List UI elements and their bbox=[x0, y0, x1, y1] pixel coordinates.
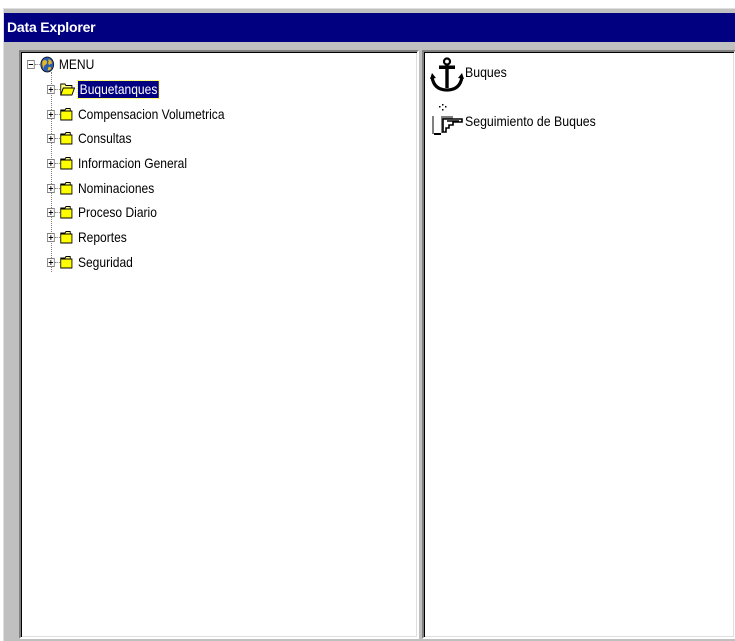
tree-item-seguridad[interactable]: Seguridad bbox=[47, 252, 135, 272]
expand-icon[interactable] bbox=[47, 84, 55, 94]
folder-icon bbox=[60, 108, 73, 121]
expand-icon[interactable] bbox=[47, 183, 55, 193]
tree-item-proceso-diario[interactable]: Proceso Diario bbox=[47, 202, 159, 222]
expand-icon[interactable] bbox=[47, 232, 55, 242]
open-folder-icon bbox=[60, 83, 76, 96]
folder-icon bbox=[60, 157, 73, 170]
tree-item-nominaciones[interactable]: Nominaciones bbox=[47, 178, 156, 198]
tree-item-label: Buquetanques bbox=[77, 79, 160, 99]
tree-item-label: Seguridad bbox=[77, 253, 133, 270]
tree-item-label: Proceso Diario bbox=[77, 203, 157, 220]
folder-icon bbox=[60, 132, 73, 145]
tree-item-compensacion-volumetrica[interactable]: Compensacion Volumetrica bbox=[47, 104, 226, 124]
window-title: Data Explorer bbox=[4, 13, 735, 42]
pointing-hand-icon bbox=[432, 104, 463, 135]
tree-item-label: Informacion General bbox=[77, 154, 188, 171]
expand-icon[interactable] bbox=[47, 158, 55, 168]
folder-icon bbox=[60, 182, 73, 195]
tree-item-reportes[interactable]: Reportes bbox=[47, 227, 129, 247]
tree-item-consultas[interactable]: Consultas bbox=[47, 128, 133, 148]
expand-icon[interactable] bbox=[47, 109, 55, 119]
tree-root-menu[interactable]: MENU bbox=[27, 54, 96, 74]
expand-icon[interactable] bbox=[47, 257, 55, 267]
list-item-label: Buques bbox=[465, 64, 507, 80]
tree-item-buquetanques[interactable]: Buquetanques bbox=[47, 79, 160, 99]
tree-item-label: Reportes bbox=[77, 228, 127, 245]
menu-tree: MENU Buquetanques Compensacion Volumetri… bbox=[21, 52, 417, 637]
folder-icon bbox=[60, 206, 73, 219]
folder-icon bbox=[60, 231, 73, 244]
folder-icon bbox=[60, 256, 73, 269]
tree-root-label: MENU bbox=[58, 55, 95, 72]
list-item-label: Seguimiento de Buques bbox=[465, 113, 596, 129]
list-item-seguimiento-de-buques[interactable]: Seguimiento de Buques bbox=[429, 100, 614, 140]
expand-icon[interactable] bbox=[47, 207, 55, 217]
items-list-pane[interactable]: Buques Seguimiento de Buques bbox=[422, 50, 735, 639]
menu-tree-pane[interactable]: MENU Buquetanques Compensacion Volumetri… bbox=[19, 50, 419, 639]
globe-icon bbox=[40, 56, 55, 72]
tree-item-label: Compensacion Volumetrica bbox=[77, 105, 225, 122]
list-item-buques[interactable]: Buques bbox=[429, 56, 512, 94]
anchor-icon bbox=[430, 57, 464, 92]
tree-item-label: Nominaciones bbox=[77, 179, 155, 196]
expand-icon[interactable] bbox=[47, 133, 55, 143]
data-explorer-window: Data Explorer MENU Buquetanques Compensa… bbox=[3, 8, 735, 641]
collapse-icon[interactable] bbox=[27, 59, 35, 69]
tree-item-label: Consultas bbox=[77, 129, 132, 146]
tree-item-informacion-general[interactable]: Informacion General bbox=[47, 153, 189, 173]
